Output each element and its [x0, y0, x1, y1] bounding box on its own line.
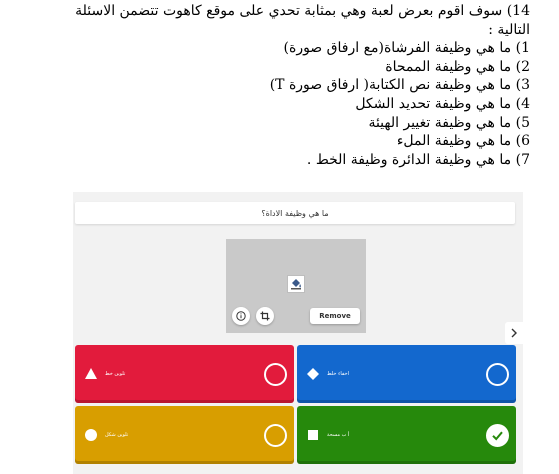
question-intro-line-2: التالية : [488, 21, 530, 38]
chevron-right-icon[interactable] [505, 322, 523, 344]
question-media: Remove [226, 239, 366, 333]
answer-text-4: أ ب مسحة [327, 432, 350, 438]
remove-media-button[interactable]: Remove [310, 308, 360, 324]
triangle-icon [85, 368, 97, 379]
question-item-5: 5) ما هي وظيفة تغيير الهيئة [368, 114, 530, 131]
question-item-6: 6) ما هي وظيفة الملء [396, 133, 530, 150]
correct-toggle-3[interactable] [264, 424, 287, 447]
question-input[interactable]: ما هي وظيفة الاداة؟ [75, 202, 515, 224]
question-item-4: 4) ما هي وظيفة تحديد الشكل [355, 95, 530, 112]
question-intro-line: 14) سوف اقوم بعرض لعبة وهي بمثابة تحدي ع… [75, 3, 530, 19]
checkmark-icon [492, 431, 503, 441]
answer-option-1[interactable]: تلوين خط [75, 345, 294, 403]
correct-toggle-2[interactable] [486, 363, 509, 386]
info-icon[interactable] [232, 307, 250, 325]
answer-text-1: تلوين خط [105, 371, 126, 377]
document-text: 14) سوف اقوم بعرض لعبة وهي بمثابة تحدي ع… [0, 2, 530, 169]
correct-toggle-1[interactable] [264, 363, 287, 386]
answer-option-3[interactable]: تلوين شكل [75, 406, 294, 464]
answer-option-2[interactable]: اخفاء خلط [297, 345, 516, 403]
kahoot-editor-screenshot: ما هي وظيفة الاداة؟ Remove تلوين خط اخفا… [73, 192, 523, 474]
question-text: ما هي وظيفة الاداة؟ [261, 208, 329, 218]
question-item-3: 3) ما هي وظيفة نص الكتابة( ارفاق صورة T) [269, 77, 530, 94]
answer-text-3: تلوين شكل [105, 432, 129, 438]
square-icon [308, 430, 318, 440]
diamond-icon [307, 368, 319, 380]
correct-toggle-4[interactable] [486, 424, 509, 447]
question-item-7: 7) ما هي وظيفة الدائرة وظيفة الخط . [306, 151, 530, 168]
paint-bucket-icon [287, 275, 305, 293]
question-item-1: 1) ما هي وظيفة الفرشاة(مع ارفاق صورة) [283, 40, 530, 57]
answer-option-4[interactable]: أ ب مسحة [297, 406, 516, 464]
question-item-2: 2) ما هي وظيفة الممحاة [385, 58, 530, 75]
circle-icon [85, 429, 97, 441]
answer-text-2: اخفاء خلط [327, 371, 349, 377]
crop-icon[interactable] [256, 307, 274, 325]
